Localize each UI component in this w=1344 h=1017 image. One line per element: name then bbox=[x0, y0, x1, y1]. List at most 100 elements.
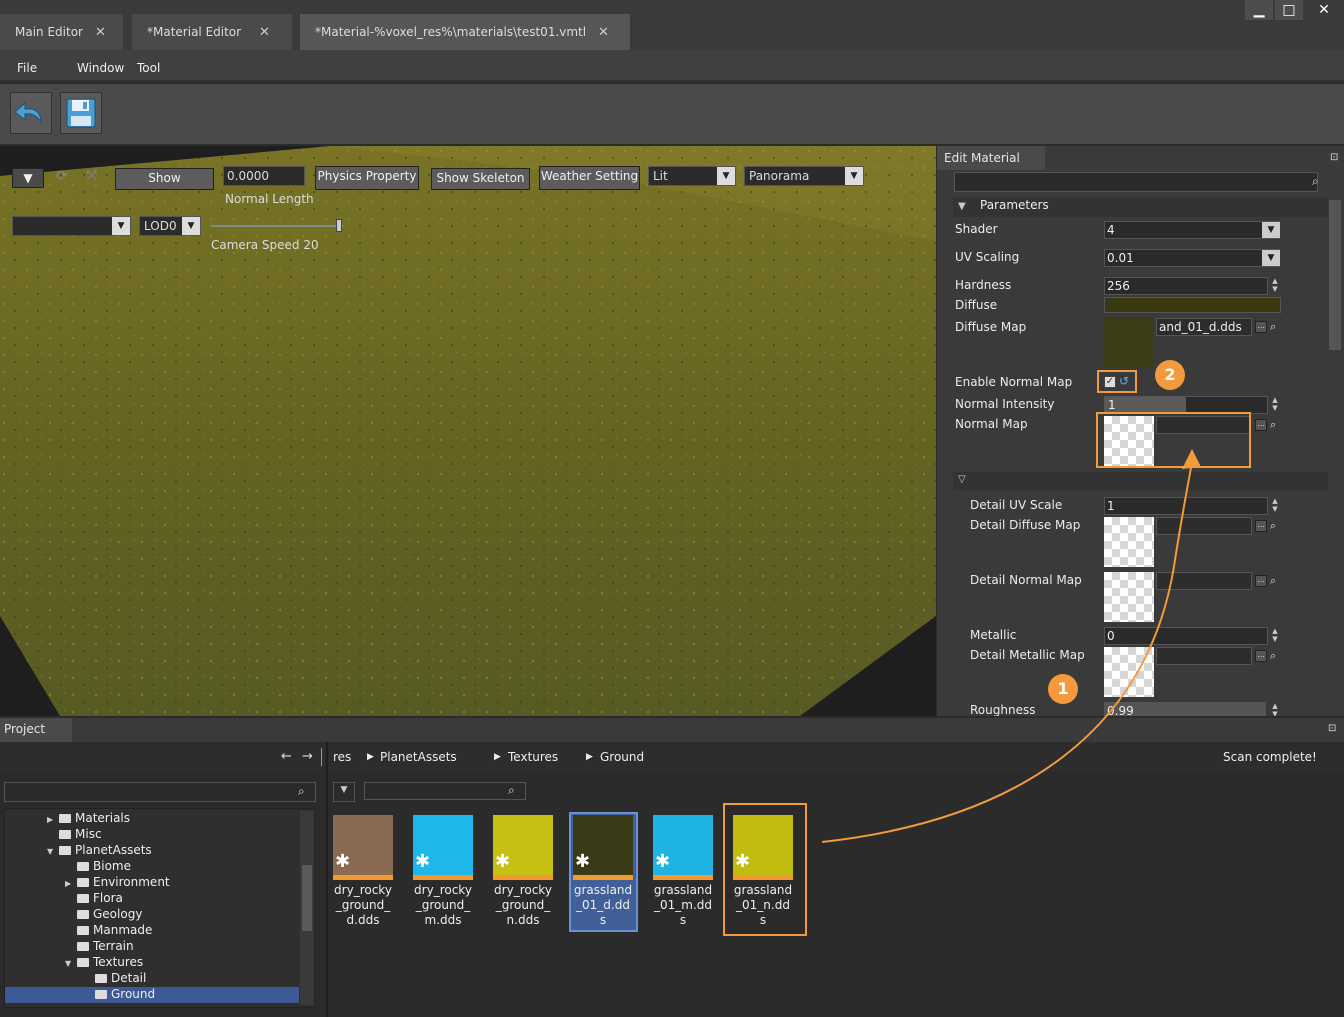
property-search-input[interactable] bbox=[954, 172, 1318, 192]
collapse-arrow-icon[interactable]: ▼ bbox=[958, 201, 966, 212]
object-select[interactable]: ▼ bbox=[12, 216, 131, 236]
chevron-down-icon[interactable]: ▼ bbox=[65, 959, 77, 968]
lighting-mode-select[interactable]: Lit ▼ bbox=[648, 166, 736, 186]
asset-tile[interactable]: ✱ grassland_01_m.dds bbox=[653, 815, 713, 928]
diffuse-color-swatch[interactable] bbox=[1104, 297, 1281, 313]
locate-icon[interactable]: ⌕ bbox=[1270, 320, 1276, 334]
tree-item-detail[interactable]: Detail bbox=[95, 971, 146, 987]
breadcrumb-item[interactable]: res bbox=[333, 750, 351, 764]
breadcrumb-item[interactable]: PlanetAssets bbox=[380, 750, 457, 764]
browse-icon[interactable]: … bbox=[1255, 575, 1267, 587]
tab-material-file[interactable]: *Material-%voxel_res%\materials\test01.v… bbox=[300, 14, 630, 50]
detail-section-header[interactable] bbox=[953, 472, 1328, 490]
tree-item-materials[interactable]: ▶ Materials bbox=[47, 811, 130, 827]
tab-material-editor[interactable]: *Material Editor ✕ bbox=[132, 14, 292, 50]
locate-icon[interactable]: ⌕ bbox=[1270, 519, 1276, 533]
tree-item-textures[interactable]: ▼ Textures bbox=[65, 955, 143, 971]
tree-item-biome[interactable]: Biome bbox=[77, 859, 131, 875]
locate-icon[interactable]: ⌕ bbox=[1270, 649, 1276, 663]
tree-item-ground[interactable]: Ground bbox=[5, 987, 299, 1003]
chevron-right-icon[interactable]: ▶ bbox=[47, 815, 59, 824]
camera-menu-button[interactable]: ▼ bbox=[12, 168, 44, 188]
fullscreen-icon[interactable]: ⤧ bbox=[86, 168, 97, 184]
metallic-input[interactable]: 0 bbox=[1104, 627, 1268, 645]
weather-setting-button[interactable]: Weather Setting bbox=[539, 166, 640, 190]
save-button[interactable] bbox=[60, 92, 102, 134]
breadcrumb-item[interactable]: Textures bbox=[508, 750, 558, 764]
browse-icon[interactable]: … bbox=[1255, 419, 1267, 431]
detail-normal-map-thumbnail[interactable] bbox=[1104, 572, 1154, 622]
locate-icon[interactable]: ⌕ bbox=[1270, 574, 1276, 588]
uv-scaling-select[interactable]: 0.01 bbox=[1104, 249, 1280, 267]
asset-tile-selected[interactable]: ✱ grassland_01_d.dds bbox=[573, 815, 633, 928]
refresh-icon[interactable]: ⟳ bbox=[56, 168, 68, 184]
collapse-arrow-icon[interactable]: ▽ bbox=[958, 474, 966, 485]
tree-item-misc[interactable]: Misc bbox=[59, 827, 102, 843]
asset-tile[interactable]: ✱ dry_rocky_ground_n.dds bbox=[493, 815, 553, 928]
project-tab[interactable]: Project bbox=[0, 718, 72, 742]
undo-button[interactable] bbox=[10, 92, 52, 134]
detail-normal-map-path[interactable] bbox=[1156, 572, 1252, 590]
tree-item-planetassets[interactable]: ▼ PlanetAssets bbox=[47, 843, 152, 859]
breadcrumb-item[interactable]: Ground bbox=[600, 750, 644, 764]
close-window-button[interactable]: ✕ bbox=[1310, 0, 1338, 20]
spin-arrows-icon[interactable]: ▲ ▼ bbox=[1270, 396, 1280, 412]
detail-diffuse-map-thumbnail[interactable] bbox=[1104, 517, 1154, 567]
spin-arrows-icon[interactable]: ▲ ▼ bbox=[1270, 627, 1280, 643]
view-options-button[interactable]: ▼ bbox=[333, 782, 355, 802]
shader-select[interactable]: 4 bbox=[1104, 221, 1280, 239]
menu-window[interactable]: Window bbox=[77, 61, 124, 75]
normal-length-input[interactable]: 0.0000 bbox=[223, 166, 305, 186]
menu-tool[interactable]: Tool bbox=[137, 61, 160, 75]
forward-arrow-icon[interactable]: → bbox=[302, 749, 313, 764]
detail-uv-scale-input[interactable]: 1 bbox=[1104, 497, 1268, 515]
diffuse-map-thumbnail[interactable] bbox=[1104, 318, 1154, 368]
hardness-input[interactable]: 256 bbox=[1104, 277, 1268, 295]
scrollbar-thumb[interactable] bbox=[1329, 200, 1341, 350]
locate-icon[interactable]: ⌕ bbox=[1270, 418, 1276, 432]
roughness-input[interactable]: 0.99 bbox=[1104, 702, 1266, 716]
browse-icon[interactable]: … bbox=[1255, 321, 1267, 333]
tree-item-manmade[interactable]: Manmade bbox=[77, 923, 152, 939]
browse-icon[interactable]: … bbox=[1255, 520, 1267, 532]
physics-property-button[interactable]: Physics Property bbox=[315, 166, 419, 190]
background-mode-select[interactable]: Panorama ▼ bbox=[744, 166, 864, 186]
asset-search-input[interactable] bbox=[364, 782, 526, 800]
show-skeleton-button[interactable]: Show Skeleton bbox=[431, 168, 530, 190]
diffuse-map-path[interactable]: and_01_d.dds bbox=[1156, 318, 1252, 336]
lod-select[interactable]: LOD0 ▼ bbox=[139, 216, 201, 236]
show-button[interactable]: Show bbox=[115, 168, 214, 190]
tab-main-editor[interactable]: Main Editor ✕ bbox=[0, 14, 123, 50]
close-icon[interactable]: ✕ bbox=[259, 25, 270, 40]
back-arrow-icon[interactable]: ← bbox=[281, 749, 292, 764]
close-icon[interactable]: ✕ bbox=[95, 25, 106, 40]
pin-icon[interactable]: ⊡ bbox=[1330, 152, 1338, 163]
tree-item-geology[interactable]: Geology bbox=[77, 907, 142, 923]
camera-speed-slider-handle[interactable] bbox=[336, 219, 342, 232]
spin-arrows-icon[interactable]: ▲ ▼ bbox=[1270, 277, 1280, 293]
tree-item-flora[interactable]: Flora bbox=[77, 891, 123, 907]
asset-tile[interactable]: ✱ dry_rocky_ground_d.dds bbox=[333, 815, 393, 928]
minimize-button[interactable]: ▁ bbox=[1245, 0, 1273, 20]
spin-arrows-icon[interactable]: ▲ ▼ bbox=[1270, 702, 1280, 716]
browse-icon[interactable]: … bbox=[1255, 650, 1267, 662]
close-icon[interactable]: ✕ bbox=[598, 25, 609, 40]
chevron-down-icon[interactable]: ▼ bbox=[1262, 222, 1280, 238]
pin-icon[interactable]: ⊡ bbox=[1328, 723, 1336, 734]
menu-file[interactable]: File bbox=[17, 61, 37, 75]
chevron-down-icon[interactable]: ▼ bbox=[1262, 250, 1280, 266]
tree-item-terrain[interactable]: Terrain bbox=[77, 939, 134, 955]
scene-viewport[interactable]: ▼ ⟳ ⤧ Show 0.0000 Normal Length Physics … bbox=[0, 146, 936, 716]
search-icon[interactable]: ⌕ bbox=[508, 783, 515, 798]
tree-scrollbar-thumb[interactable] bbox=[302, 865, 312, 931]
tree-search-input[interactable] bbox=[4, 782, 316, 802]
spin-arrows-icon[interactable]: ▲ ▼ bbox=[1270, 497, 1280, 513]
tree-item-environment[interactable]: ▶ Environment bbox=[65, 875, 170, 891]
search-icon[interactable]: ⌕ bbox=[298, 784, 305, 799]
asset-tile[interactable]: ✱ dry_rocky_ground_m.dds bbox=[413, 815, 473, 928]
chevron-down-icon[interactable]: ▼ bbox=[47, 847, 59, 856]
detail-diffuse-map-path[interactable] bbox=[1156, 517, 1252, 535]
chevron-right-icon[interactable]: ▶ bbox=[65, 879, 77, 888]
maximize-button[interactable]: □ bbox=[1275, 0, 1303, 20]
camera-speed-slider-track[interactable] bbox=[211, 225, 343, 227]
